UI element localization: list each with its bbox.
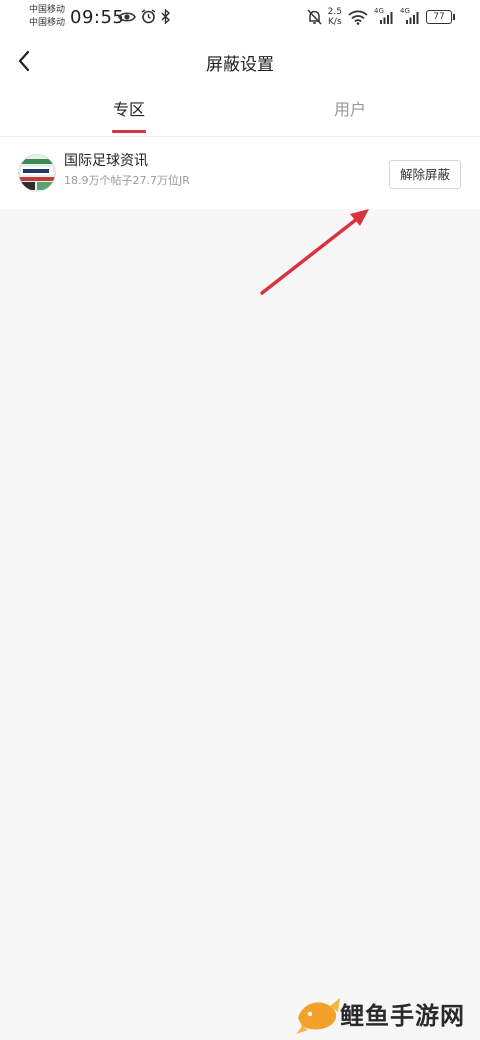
speed-unit: K/s xyxy=(328,17,342,27)
unblock-button[interactable]: 解除屏蔽 xyxy=(389,160,461,189)
tab-users[interactable]: 用户 xyxy=(230,86,470,136)
signal-bars-icon xyxy=(380,11,393,24)
zone-name[interactable]: 国际足球资讯 xyxy=(64,150,148,170)
alarm-icon xyxy=(141,9,156,24)
page-title: 屏蔽设置 xyxy=(206,55,274,75)
fish-logo-icon xyxy=(296,998,340,1034)
watermark-text: 鲤鱼手游网 xyxy=(340,1002,465,1030)
speed-value: 2.5 xyxy=(327,7,342,17)
bluetooth-icon xyxy=(161,9,171,24)
carrier-2: 中国移动 xyxy=(29,18,66,28)
signal-bars-icon xyxy=(406,11,419,24)
mute-bell-icon xyxy=(307,9,322,25)
wifi-icon xyxy=(348,10,368,25)
annotation-arrow xyxy=(260,209,369,295)
status-icons-left xyxy=(118,9,171,24)
tab-bar: 专区 用户 xyxy=(0,86,480,137)
tab-zone[interactable]: 专区 xyxy=(9,86,249,136)
carrier-1: 中国移动 xyxy=(29,5,66,15)
carrier-labels: 中国移动 中国移动 xyxy=(29,4,65,30)
watermark: 鲤鱼手游网 xyxy=(288,990,480,1040)
battery-icon: 77 xyxy=(426,10,455,24)
status-bar: 中国移动 中国移动 09:55 2.5 K/s 4G 4G 77 xyxy=(0,0,480,36)
network-speed: 2.5 K/s xyxy=(328,7,342,27)
avatar[interactable] xyxy=(18,154,56,192)
status-icons-right: 2.5 K/s 4G 4G 77 xyxy=(307,7,455,27)
status-time: 09:55 xyxy=(70,7,125,28)
nav-bar: 屏蔽设置 xyxy=(0,36,480,86)
blocked-list: 国际足球资讯 18.9万个帖子27.7万位JR 解除屏蔽 xyxy=(0,137,480,209)
zone-stats: 18.9万个帖子27.7万位JR xyxy=(64,174,190,187)
active-tab-indicator xyxy=(112,130,146,133)
signal-2: 4G xyxy=(400,7,420,25)
eye-icon xyxy=(118,11,136,22)
signal-1: 4G xyxy=(374,7,394,25)
news-logo-icon xyxy=(19,155,55,191)
